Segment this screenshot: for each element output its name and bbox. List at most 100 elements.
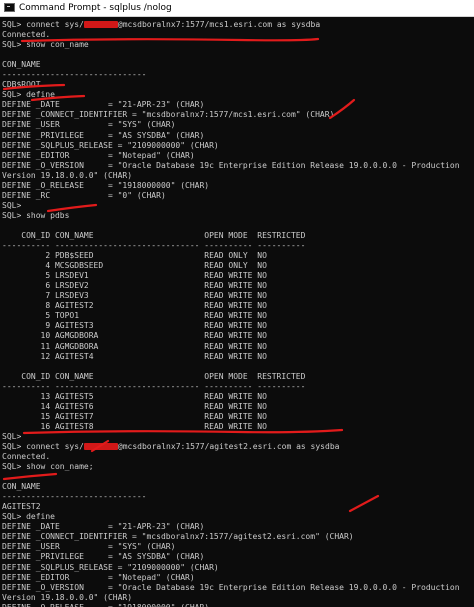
- console-line: SQL>: [2, 201, 472, 211]
- console-line: CON_NAME: [2, 60, 472, 70]
- console-line: DEFINE _O_RELEASE = "1918000000" (CHAR): [2, 181, 472, 191]
- console-text: 7 LRSDEV3 READ WRITE NO: [2, 291, 267, 301]
- console-line: 6 LRSDEV2 READ WRITE NO: [2, 281, 472, 291]
- console-line: 4 MCSGDBSEED READ ONLY NO: [2, 261, 472, 271]
- console-text: DEFINE _RC = "0" (CHAR): [2, 190, 166, 200]
- console-text: DEFINE _SQLPLUS_RELEASE = "2109000000" (…: [2, 562, 219, 572]
- console-text: SQL>: [2, 200, 22, 210]
- console-line: DEFINE _O_VERSION = "Oracle Database 19c…: [2, 161, 472, 171]
- console-line: SQL> connect sys/ @mcsdboralnx7:1577/agit…: [2, 442, 472, 452]
- console-line: 10 AGMGDBORA READ WRITE NO: [2, 331, 472, 341]
- console-line: 5 LRSDEV1 READ WRITE NO: [2, 271, 472, 281]
- console-text: CON_NAME: [2, 482, 41, 492]
- console-text: 9 AGITEST3 READ WRITE NO: [2, 321, 267, 331]
- console-line: CON_ID CON_NAME OPEN MODE RESTRICTED: [2, 372, 472, 382]
- console-text: DEFINE _O_RELEASE = "1918000000" (CHAR): [2, 603, 209, 607]
- console-text: SQL> define: [2, 512, 55, 522]
- console-line: DEFINE _CONNECT_IDENTIFIER = "mcsdboraln…: [2, 532, 472, 542]
- console-text: ------------------------------: [2, 70, 147, 80]
- console-line: SQL> connect sys/ @mcsdboralnx7:1577/mcs1…: [2, 20, 472, 30]
- console-text: @mcsdboralnx7:1577/agitest2.esri.com as …: [117, 441, 340, 451]
- console-text: CON_NAME: [2, 60, 41, 70]
- console-text: 6 LRSDEV2 READ WRITE NO: [2, 281, 267, 291]
- console-text: 13 AGITEST5 READ WRITE NO: [2, 391, 267, 401]
- console-text: Version 19.18.0.0.0" (CHAR): [2, 592, 133, 602]
- console-text: DEFINE _PRIVILEGE = "AS SYSDBA" (CHAR): [2, 552, 205, 562]
- console-text: 8 AGITEST2 READ WRITE NO: [2, 301, 267, 311]
- console-text: DEFINE _SQLPLUS_RELEASE = "2109000000" (…: [2, 140, 219, 150]
- console-text: CON_ID CON_NAME OPEN MODE RESTRICTED: [2, 230, 306, 240]
- console-line: 15 AGITEST7 READ WRITE NO: [2, 412, 472, 422]
- console-line: DEFINE _O_RELEASE = "1918000000" (CHAR): [2, 603, 472, 607]
- console-line: 2 PDB$SEED READ ONLY NO: [2, 251, 472, 261]
- console-line: SQL> define: [2, 90, 472, 100]
- console-text: 15 AGITEST7 READ WRITE NO: [2, 411, 267, 421]
- console-text: SQL> show con_name: [2, 40, 89, 50]
- console-line: SQL>: [2, 432, 472, 442]
- console-text: 4 MCSGDBSEED READ ONLY NO: [2, 261, 267, 271]
- console-text: AGITEST2: [2, 502, 41, 512]
- console-text: DEFINE _PRIVILEGE = "AS SYSDBA" (CHAR): [2, 130, 205, 140]
- console-text: DEFINE _O_VERSION = "Oracle Database 19c…: [2, 160, 460, 170]
- console-line: ------------------------------: [2, 492, 472, 502]
- redacted-password: [83, 442, 118, 450]
- console-line: 7 LRSDEV3 READ WRITE NO: [2, 291, 472, 301]
- console-line: CDB$ROOT: [2, 80, 472, 90]
- console-text: SQL> show con_name;: [2, 462, 94, 472]
- console-line: CON_NAME: [2, 482, 472, 492]
- console-text: Version 19.18.0.0.0" (CHAR): [2, 170, 133, 180]
- console-line: 12 AGITEST4 READ WRITE NO: [2, 352, 472, 362]
- console-text: ---------- -----------------------------…: [2, 381, 306, 391]
- console-text: DEFINE _CONNECT_IDENTIFIER = "mcsdboraln…: [2, 110, 335, 120]
- console-text: @mcsdboralnx7:1577/mcs1.esri.com as sysd…: [117, 20, 321, 29]
- console-line: DEFINE _SQLPLUS_RELEASE = "2109000000" (…: [2, 563, 472, 573]
- console-line: DEFINE _USER = "SYS" (CHAR): [2, 542, 472, 552]
- console-text: Connected.: [2, 30, 51, 40]
- console-line: SQL> show con_name;: [2, 462, 472, 472]
- console-line: ------------------------------: [2, 70, 472, 80]
- console-text: DEFINE _CONNECT_IDENTIFIER = "mcsdboraln…: [2, 532, 354, 542]
- console-line: DEFINE _EDITOR = "Notepad" (CHAR): [2, 151, 472, 161]
- console-text: 11 AGMGDBORA READ WRITE NO: [2, 341, 267, 351]
- console-text: 5 TOPO1 READ WRITE NO: [2, 311, 267, 321]
- console-line: ---------- -----------------------------…: [2, 382, 472, 392]
- console-line: DEFINE _PRIVILEGE = "AS SYSDBA" (CHAR): [2, 552, 472, 562]
- console-line: DEFINE _EDITOR = "Notepad" (CHAR): [2, 573, 472, 583]
- console-line: AGITEST2: [2, 502, 472, 512]
- console-line: 13 AGITEST5 READ WRITE NO: [2, 392, 472, 402]
- console-line: Connected.: [2, 30, 472, 40]
- console-line: DEFINE _PRIVILEGE = "AS SYSDBA" (CHAR): [2, 131, 472, 141]
- console-output[interactable]: SQL> connect sys/ @mcsdboralnx7:1577/mcs1…: [2, 20, 472, 607]
- console-line: 8 AGITEST2 READ WRITE NO: [2, 301, 472, 311]
- console-line: 14 AGITEST6 READ WRITE NO: [2, 402, 472, 412]
- console-text: SQL> connect sys/: [2, 441, 84, 451]
- title-bar[interactable]: Command Prompt - sqlplus /nolog: [0, 0, 474, 17]
- console-text: DEFINE _EDITOR = "Notepad" (CHAR): [2, 150, 195, 160]
- console-text: ------------------------------: [2, 492, 147, 502]
- window-title: Command Prompt - sqlplus /nolog: [19, 3, 172, 13]
- console-line: CON_ID CON_NAME OPEN MODE RESTRICTED: [2, 231, 472, 241]
- redacted-password: [83, 21, 118, 28]
- console-text: CDB$ROOT: [2, 80, 41, 90]
- console-text: Connected.: [2, 452, 51, 462]
- console-text: 5 LRSDEV1 READ WRITE NO: [2, 271, 267, 281]
- console-line: Version 19.18.0.0.0" (CHAR): [2, 593, 472, 603]
- console-text: 12 AGITEST4 READ WRITE NO: [2, 351, 267, 361]
- console-line: Version 19.18.0.0.0" (CHAR): [2, 171, 472, 181]
- console-line: 9 AGITEST3 READ WRITE NO: [2, 321, 472, 331]
- console-text: DEFINE _USER = "SYS" (CHAR): [2, 120, 176, 130]
- console-line: DEFINE _SQLPLUS_RELEASE = "2109000000" (…: [2, 141, 472, 151]
- console-text: DEFINE _O_RELEASE = "1918000000" (CHAR): [2, 180, 210, 190]
- console-line: 5 TOPO1 READ WRITE NO: [2, 311, 472, 321]
- console-text: DEFINE _O_VERSION = "Oracle Database 19c…: [2, 582, 460, 592]
- console-line: Connected.: [2, 452, 472, 462]
- console-text: DEFINE _DATE = "21-APR-23" (CHAR): [2, 522, 205, 532]
- console-text: SQL>: [2, 431, 22, 441]
- console-text: DEFINE _EDITOR = "Notepad" (CHAR): [2, 572, 195, 582]
- console-text: DEFINE _DATE = "21-APR-23" (CHAR): [2, 100, 205, 110]
- console-text: 16 AGITEST8 READ WRITE NO: [2, 421, 267, 431]
